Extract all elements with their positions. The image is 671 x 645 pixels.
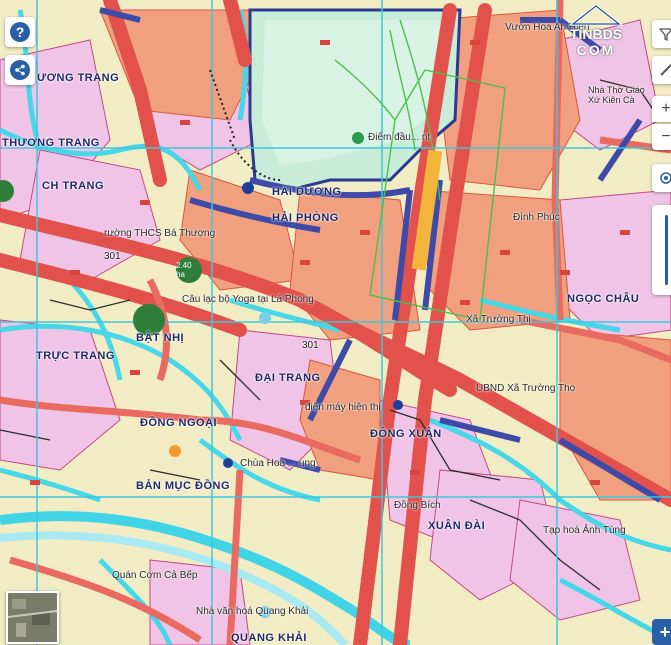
road-number-301-center: 301 [302, 340, 319, 351]
label-dong-bich: Đồng Bích [394, 500, 441, 511]
label-bat-nhi: BẬT NHỊ [136, 332, 185, 344]
basemap-switcher[interactable] [6, 591, 59, 644]
zoom-out-icon: − [661, 128, 671, 145]
help-button[interactable]: ? [5, 17, 35, 47]
poi-pin-icon[interactable] [259, 312, 271, 324]
label-truong-trang: ƯƠNG TRANG [37, 72, 120, 84]
help-icon: ? [10, 22, 30, 42]
label-ich-trang: CH TRANG [42, 180, 105, 192]
restaurant-pin-icon[interactable] [169, 445, 181, 457]
poi-pin-icon[interactable] [223, 458, 233, 468]
label-hai-duong: HẢI DƯƠNG [272, 186, 342, 198]
label-xuan-dai: XUÂN ĐÀI [428, 520, 486, 532]
filter-icon [659, 28, 671, 41]
zoom-out-button[interactable]: − [652, 124, 671, 150]
satellite-thumbnail [8, 593, 57, 642]
zoom-in-icon: + [661, 100, 671, 117]
label-hai-phong: HẢI PHÒNG [272, 212, 339, 224]
area-badge[interactable]: 2.40 ha [176, 257, 202, 283]
label-nha-tho: Nhà Thờ Giáo Xứ Kiên Cà [588, 85, 645, 105]
label-xa-truong-thi: Xã Trường Thị [466, 314, 531, 325]
share-icon [10, 60, 30, 80]
measure-button[interactable] [652, 56, 671, 84]
house-roof-icon [568, 4, 624, 26]
label-ban-muc-dong: BẢN MỤC ĐỒNG [136, 480, 230, 492]
opacity-slider[interactable] [652, 205, 671, 295]
label-thcs: rường THCS Bá Thượng [104, 228, 216, 239]
label-yoga: Câu lạc bộ Yoga tại Lã Phong [182, 294, 314, 305]
label-quan-com: Quán Cơm Cả Bếp [112, 570, 198, 581]
label-thuong-trang: THƯƠNG TRANG [2, 137, 100, 149]
park-pin-icon[interactable] [352, 132, 364, 144]
label-truc-trang: TRỰC TRANG [36, 350, 115, 362]
tinbds-logo: TINBDS COM [565, 2, 627, 62]
share-button[interactable] [5, 55, 35, 85]
train-station-icon[interactable] [242, 182, 254, 194]
label-dien-may: điện máy hiện thị [305, 402, 381, 413]
plus-icon: + [659, 621, 671, 642]
ruler-icon [660, 64, 671, 76]
label-dai-trang: ĐẠI TRANG [255, 372, 321, 384]
label-ngoc-chu: NGỌC CHÂU [567, 293, 640, 305]
watermark-line1: TINBDS [569, 26, 623, 42]
locate-button[interactable] [652, 164, 671, 192]
zoom-in-button[interactable]: + [652, 96, 671, 122]
planning-map[interactable] [0, 0, 671, 645]
label-dong-ngoai: ĐỒNG NGOẠI [140, 417, 218, 429]
road-number-301-left: 301 [104, 251, 121, 262]
poi-pin-icon[interactable] [393, 400, 403, 410]
label-nha-van-hoa: Nhà văn hoá Quang Khải [196, 606, 309, 617]
locate-icon [660, 172, 671, 184]
label-tap-hoa: Tạp hoá Ảnh Tùng [543, 525, 626, 536]
label-dien-park: Điểm đầu... nt [368, 132, 431, 143]
slider-track [664, 215, 668, 285]
label-dinh-phuc: Đình Phúc [513, 212, 560, 223]
expand-button[interactable]: + [652, 619, 671, 645]
label-chua-hoa: Chùa Hoa ... ung [240, 458, 316, 469]
label-ubnd: UBND Xã Trường Thọ [476, 383, 576, 394]
filter-button[interactable] [652, 20, 671, 48]
label-dong-xuan: ĐÔNG XUÂN [370, 428, 442, 440]
label-quang-khai: QUANG KHẢI [231, 632, 307, 644]
watermark-line2: COM [576, 42, 616, 58]
